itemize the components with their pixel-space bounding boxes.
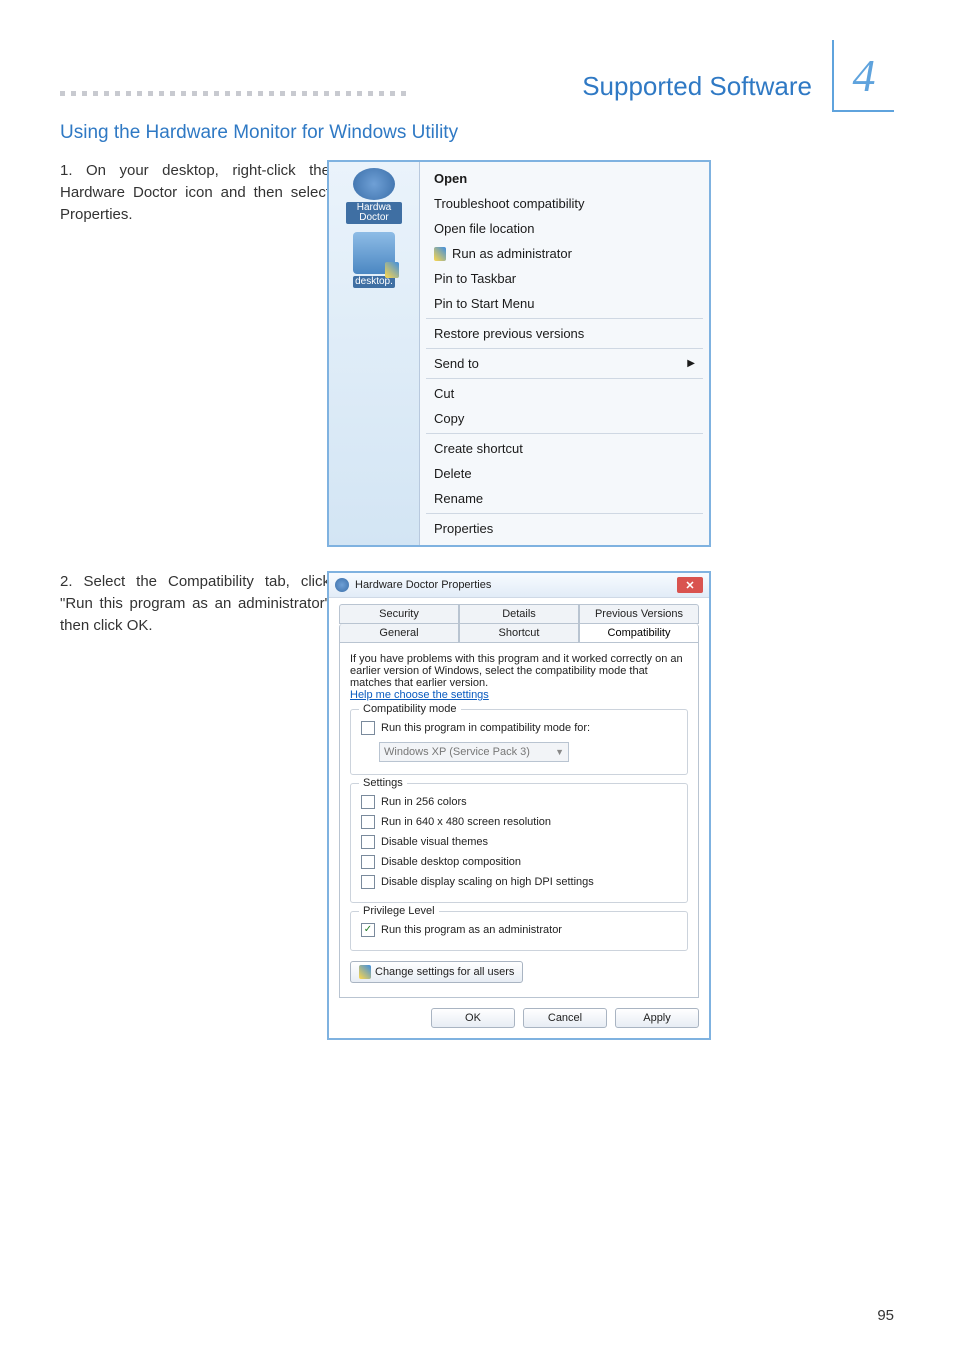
group-title-settings: Settings [359, 777, 407, 789]
dots-decoration [60, 66, 570, 102]
step-2-number: 2. [60, 573, 73, 590]
ctx-separator [426, 318, 703, 319]
ctx-troubleshoot[interactable]: Troubleshoot compatibility [420, 191, 709, 216]
ctx-cut[interactable]: Cut [420, 381, 709, 406]
tab-previous-versions[interactable]: Previous Versions [579, 604, 699, 624]
checkbox-run-admin[interactable]: ✓ [361, 923, 375, 937]
step-1-text: 1. On your desktop, right-click the Hard… [60, 160, 330, 225]
ok-button[interactable]: OK [431, 1008, 515, 1028]
fan-icon [353, 168, 395, 200]
ctx-open-location[interactable]: Open file location [420, 216, 709, 241]
step-2-body: Select the Compatibility tab, click "Run… [60, 573, 330, 634]
ctx-send-to[interactable]: Send to▶ [420, 351, 709, 376]
checkbox-dpi[interactable] [361, 875, 375, 889]
ctx-separator [426, 348, 703, 349]
group-title-privilege: Privilege Level [359, 905, 439, 917]
compat-os-dropdown[interactable]: Windows XP (Service Pack 3) ▼ [379, 742, 569, 762]
desktop-icons-column: Hardwa Doctor desktop. [329, 162, 419, 545]
label-compat-mode: Run this program in compatibility mode f… [381, 722, 590, 734]
tabs-row-back: Security Details Previous Versions [339, 604, 699, 624]
tab-security[interactable]: Security [339, 604, 459, 624]
change-settings-label: Change settings for all users [375, 966, 514, 978]
shield-icon [434, 247, 446, 261]
context-menu-screenshot: Hardwa Doctor desktop. Open Troubleshoot… [327, 160, 711, 547]
label-themes: Disable visual themes [381, 836, 488, 848]
tab-details[interactable]: Details [459, 604, 579, 624]
ctx-pin-taskbar[interactable]: Pin to Taskbar [420, 266, 709, 291]
label-dpi: Disable display scaling on high DPI sett… [381, 876, 594, 888]
ctx-copy[interactable]: Copy [420, 406, 709, 431]
dialog-title: Hardware Doctor Properties [355, 579, 491, 591]
tab-body-compatibility: If you have problems with this program a… [339, 643, 699, 998]
context-menu: Open Troubleshoot compatibility Open fil… [419, 162, 709, 545]
group-privilege: Privilege Level ✓ Run this program as an… [350, 911, 688, 951]
chapter-title: Supported Software [582, 71, 820, 102]
checkbox-640[interactable] [361, 815, 375, 829]
chapter-header: Supported Software 4 [60, 40, 894, 102]
label-256: Run in 256 colors [381, 796, 467, 808]
apply-button[interactable]: Apply [615, 1008, 699, 1028]
ctx-restore[interactable]: Restore previous versions [420, 321, 709, 346]
ctx-delete[interactable]: Delete [420, 461, 709, 486]
section-title: Using the Hardware Monitor for Windows U… [60, 122, 894, 144]
checkbox-256[interactable] [361, 795, 375, 809]
cancel-button[interactable]: Cancel [523, 1008, 607, 1028]
change-settings-button[interactable]: Change settings for all users [350, 961, 523, 983]
tab-compatibility[interactable]: Compatibility [579, 624, 699, 643]
ctx-separator [426, 378, 703, 379]
tab-shortcut[interactable]: Shortcut [459, 624, 579, 643]
ctx-separator [426, 433, 703, 434]
dialog-buttons: OK Cancel Apply [339, 1008, 699, 1028]
ctx-open[interactable]: Open [420, 166, 709, 191]
tab-general[interactable]: General [339, 624, 459, 643]
ctx-separator [426, 513, 703, 514]
step-2-text: 2. Select the Compatibility tab, click "… [60, 571, 330, 636]
ctx-properties[interactable]: Properties [420, 516, 709, 541]
label-run-admin: Run this program as an administrator [381, 924, 562, 936]
chapter-number: 4 [832, 40, 894, 112]
help-choose-link[interactable]: Help me choose the settings [350, 689, 489, 701]
page-number: 95 [877, 1307, 894, 1324]
label-640: Run in 640 x 480 screen resolution [381, 816, 551, 828]
properties-dialog: Hardware Doctor Properties ✕ Security De… [327, 571, 711, 1040]
ctx-run-admin[interactable]: Run as administrator [420, 241, 709, 266]
checkbox-composition[interactable] [361, 855, 375, 869]
group-compatibility-mode: Compatibility mode Run this program in c… [350, 709, 688, 775]
ctx-create-shortcut[interactable]: Create shortcut [420, 436, 709, 461]
desktop-ini-icon[interactable]: desktop. [346, 232, 402, 288]
checkbox-themes[interactable] [361, 835, 375, 849]
shield-icon [385, 262, 399, 278]
compat-hint: If you have problems with this program a… [350, 653, 688, 689]
shield-icon [359, 965, 371, 979]
group-title-compat: Compatibility mode [359, 703, 461, 715]
compat-os-selected: Windows XP (Service Pack 3) [384, 746, 530, 758]
group-settings: Settings Run in 256 colors Run in 640 x … [350, 783, 688, 903]
tabs-row-front: General Shortcut Compatibility [339, 624, 699, 643]
chip-icon [353, 232, 395, 274]
ctx-rename[interactable]: Rename [420, 486, 709, 511]
checkbox-compat-mode[interactable] [361, 721, 375, 735]
fan-icon [335, 578, 349, 592]
ctx-pin-start[interactable]: Pin to Start Menu [420, 291, 709, 316]
step-1: 1. On your desktop, right-click the Hard… [60, 160, 894, 547]
label-composition: Disable desktop composition [381, 856, 521, 868]
close-button[interactable]: ✕ [677, 577, 703, 593]
step-1-body: On your desktop, right-click the Hardwar… [60, 162, 330, 223]
step-1-number: 1. [60, 162, 73, 179]
step-2: 2. Select the Compatibility tab, click "… [60, 571, 894, 1040]
hardware-doctor-label: Hardwa Doctor [346, 202, 402, 224]
chevron-down-icon: ▼ [555, 747, 564, 757]
chevron-right-icon: ▶ [687, 358, 695, 369]
dialog-titlebar: Hardware Doctor Properties ✕ [329, 573, 709, 598]
hardware-doctor-icon[interactable]: Hardwa Doctor [346, 168, 402, 224]
